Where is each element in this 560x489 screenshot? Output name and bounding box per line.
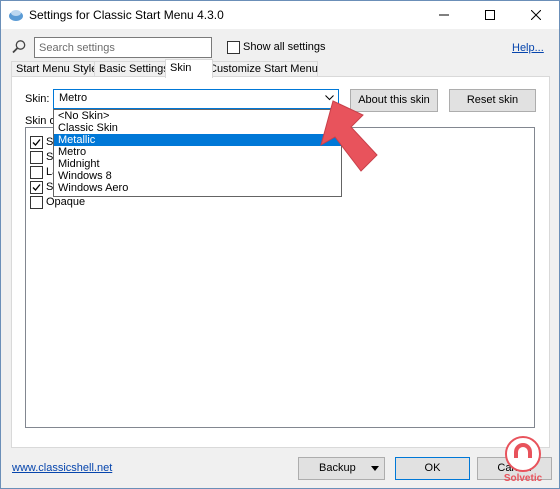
- caret-down-icon: [371, 466, 379, 471]
- skin-option-midnight[interactable]: Midnight: [54, 158, 341, 170]
- settings-window: Settings for Classic Start Menu 4.3.0 Sh…: [0, 0, 560, 489]
- skin-option-no-skin[interactable]: <No Skin>: [54, 110, 341, 122]
- skin-option-checkbox[interactable]: [30, 136, 43, 149]
- minimize-icon: [439, 14, 449, 16]
- ok-button[interactable]: OK: [395, 457, 470, 480]
- skin-option-windows-aero[interactable]: Windows Aero: [54, 182, 341, 194]
- classicshell-website-link[interactable]: www.classicshell.net: [12, 462, 112, 474]
- backup-button[interactable]: Backup: [298, 457, 385, 480]
- skin-option-checkbox[interactable]: [30, 181, 43, 194]
- solvetic-watermark-logo: Solvetic: [504, 436, 543, 484]
- checkmark-icon: [32, 139, 41, 146]
- checkmark-icon: [32, 184, 41, 191]
- show-all-settings-label: Show all settings: [243, 41, 326, 53]
- backup-button-label: Backup: [319, 462, 356, 474]
- skin-select-value: Metro: [59, 92, 88, 104]
- svg-text:Solvetic: Solvetic: [504, 473, 543, 484]
- skin-dropdown-list: <No Skin> Classic Skin Metallic Metro Mi…: [53, 109, 342, 197]
- opaque-label: Opaque: [46, 196, 86, 208]
- tab-start-menu-style[interactable]: Start Menu Style: [11, 61, 97, 77]
- tab-customize-start-menu[interactable]: Customize Start Menu: [204, 61, 318, 77]
- title-bar: Settings for Classic Start Menu 4.3.0: [1, 1, 559, 29]
- close-icon: [530, 9, 542, 21]
- maximize-icon: [485, 10, 495, 20]
- reset-skin-button[interactable]: Reset skin: [449, 89, 536, 112]
- help-link[interactable]: Help...: [512, 42, 544, 54]
- opaque-checkbox[interactable]: [30, 196, 43, 209]
- skin-label: Skin:: [25, 93, 50, 105]
- skin-option-windows-8[interactable]: Windows 8: [54, 170, 341, 182]
- show-all-settings-checkbox[interactable]: [227, 41, 240, 54]
- skin-option-checkbox[interactable]: [30, 151, 43, 164]
- tab-basic-settings[interactable]: Basic Settings: [94, 61, 174, 77]
- tab-skin[interactable]: Skin: [165, 59, 213, 78]
- search-icon: [12, 40, 26, 54]
- maximize-button[interactable]: [467, 1, 513, 29]
- close-button[interactable]: [513, 1, 559, 29]
- minimize-button[interactable]: [421, 1, 467, 29]
- window-title: Settings for Classic Start Menu 4.3.0: [29, 8, 224, 22]
- skin-option-metro[interactable]: Metro: [54, 146, 341, 158]
- skin-option-metallic[interactable]: Metallic: [54, 134, 341, 146]
- search-input[interactable]: [34, 37, 212, 58]
- pointer-arrow-icon: [320, 100, 378, 172]
- skin-select[interactable]: Metro: [53, 89, 339, 109]
- skin-option-classic-skin[interactable]: Classic Skin: [54, 122, 341, 134]
- classic-shell-icon: [9, 10, 23, 21]
- skin-option-checkbox[interactable]: [30, 166, 43, 179]
